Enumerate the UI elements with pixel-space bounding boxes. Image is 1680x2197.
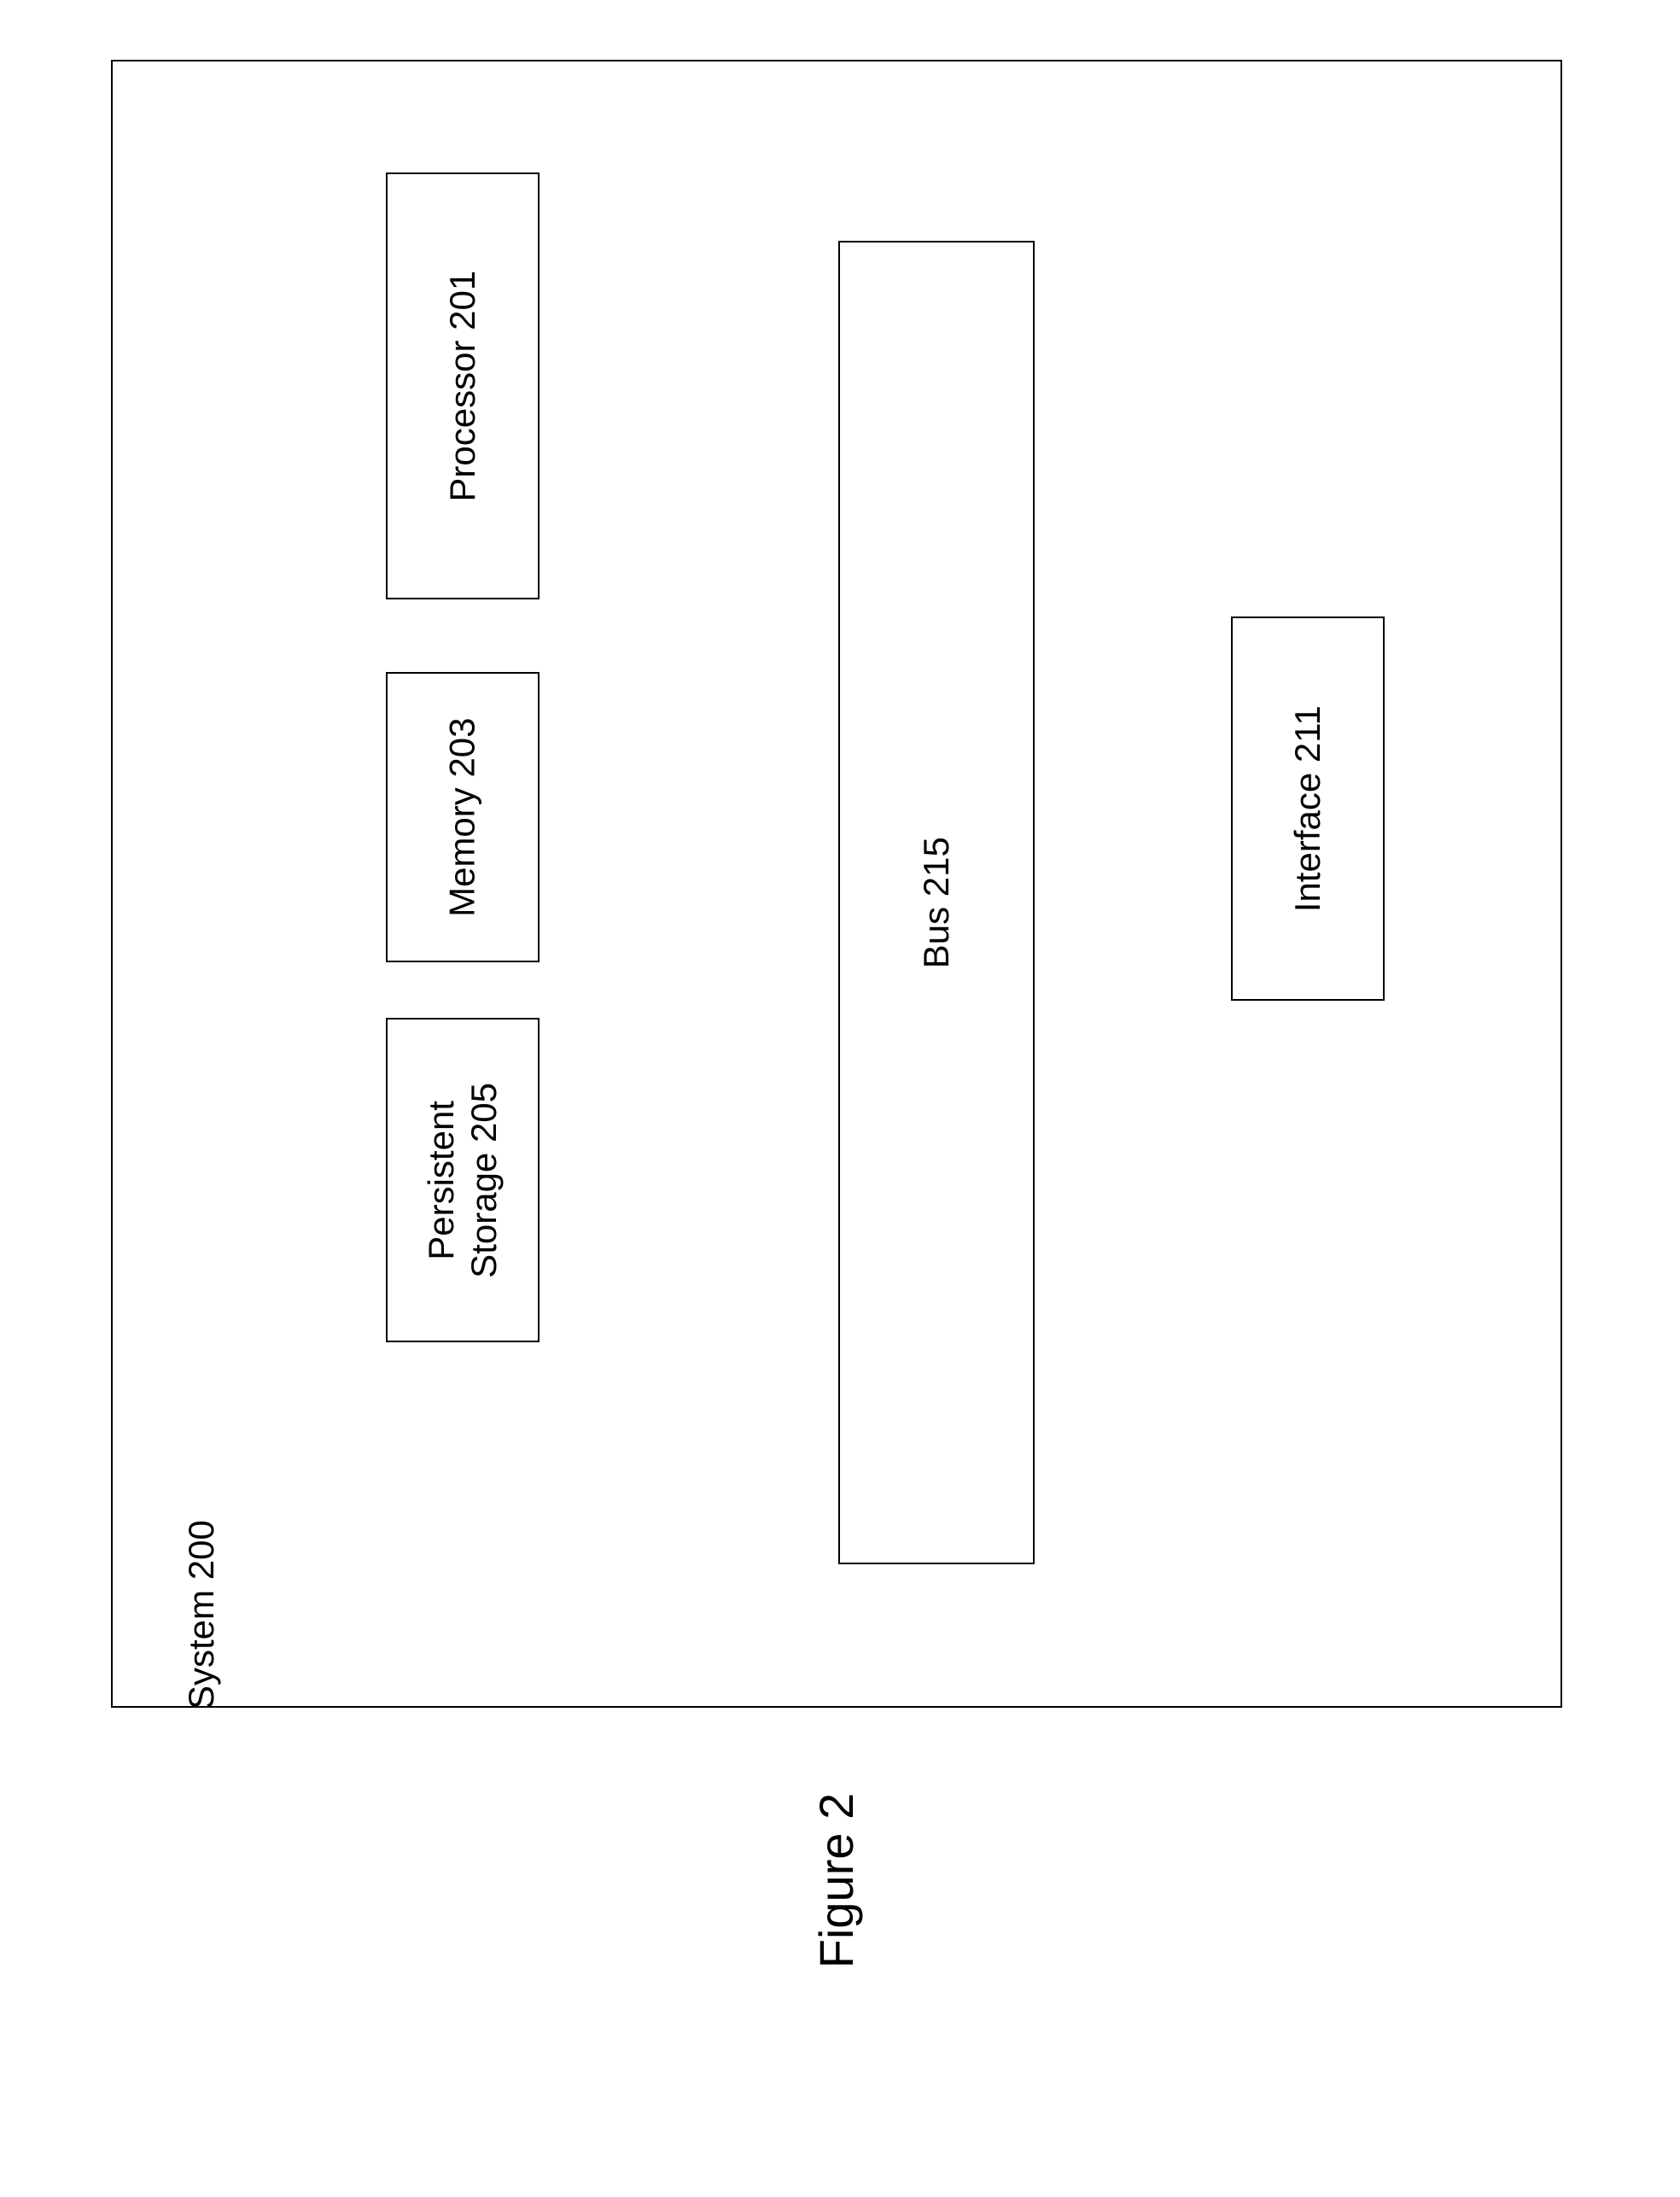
- system-label: System 200: [181, 1520, 222, 1709]
- memory-block: Memory 203: [386, 672, 540, 962]
- memory-label: Memory 203: [441, 717, 484, 916]
- interface-block: Interface 211: [1231, 616, 1385, 1001]
- bus-label: Bus 215: [915, 837, 958, 968]
- processor-block: Processor 201: [386, 172, 540, 599]
- bus-block: Bus 215: [838, 241, 1035, 1564]
- interface-label: Interface 211: [1286, 705, 1329, 912]
- storage-label: PersistentStorage 205: [420, 1083, 506, 1278]
- figure-caption: Figure 2: [111, 1776, 1562, 1832]
- diagram-canvas: System 200 Processor 201 Memory 203 Pers…: [111, 60, 1562, 1972]
- system-container: System 200 Processor 201 Memory 203 Pers…: [111, 60, 1562, 1708]
- processor-label: Processor 201: [441, 271, 484, 502]
- figure-caption-text: Figure 2: [809, 1793, 865, 1968]
- storage-block: PersistentStorage 205: [386, 1018, 540, 1342]
